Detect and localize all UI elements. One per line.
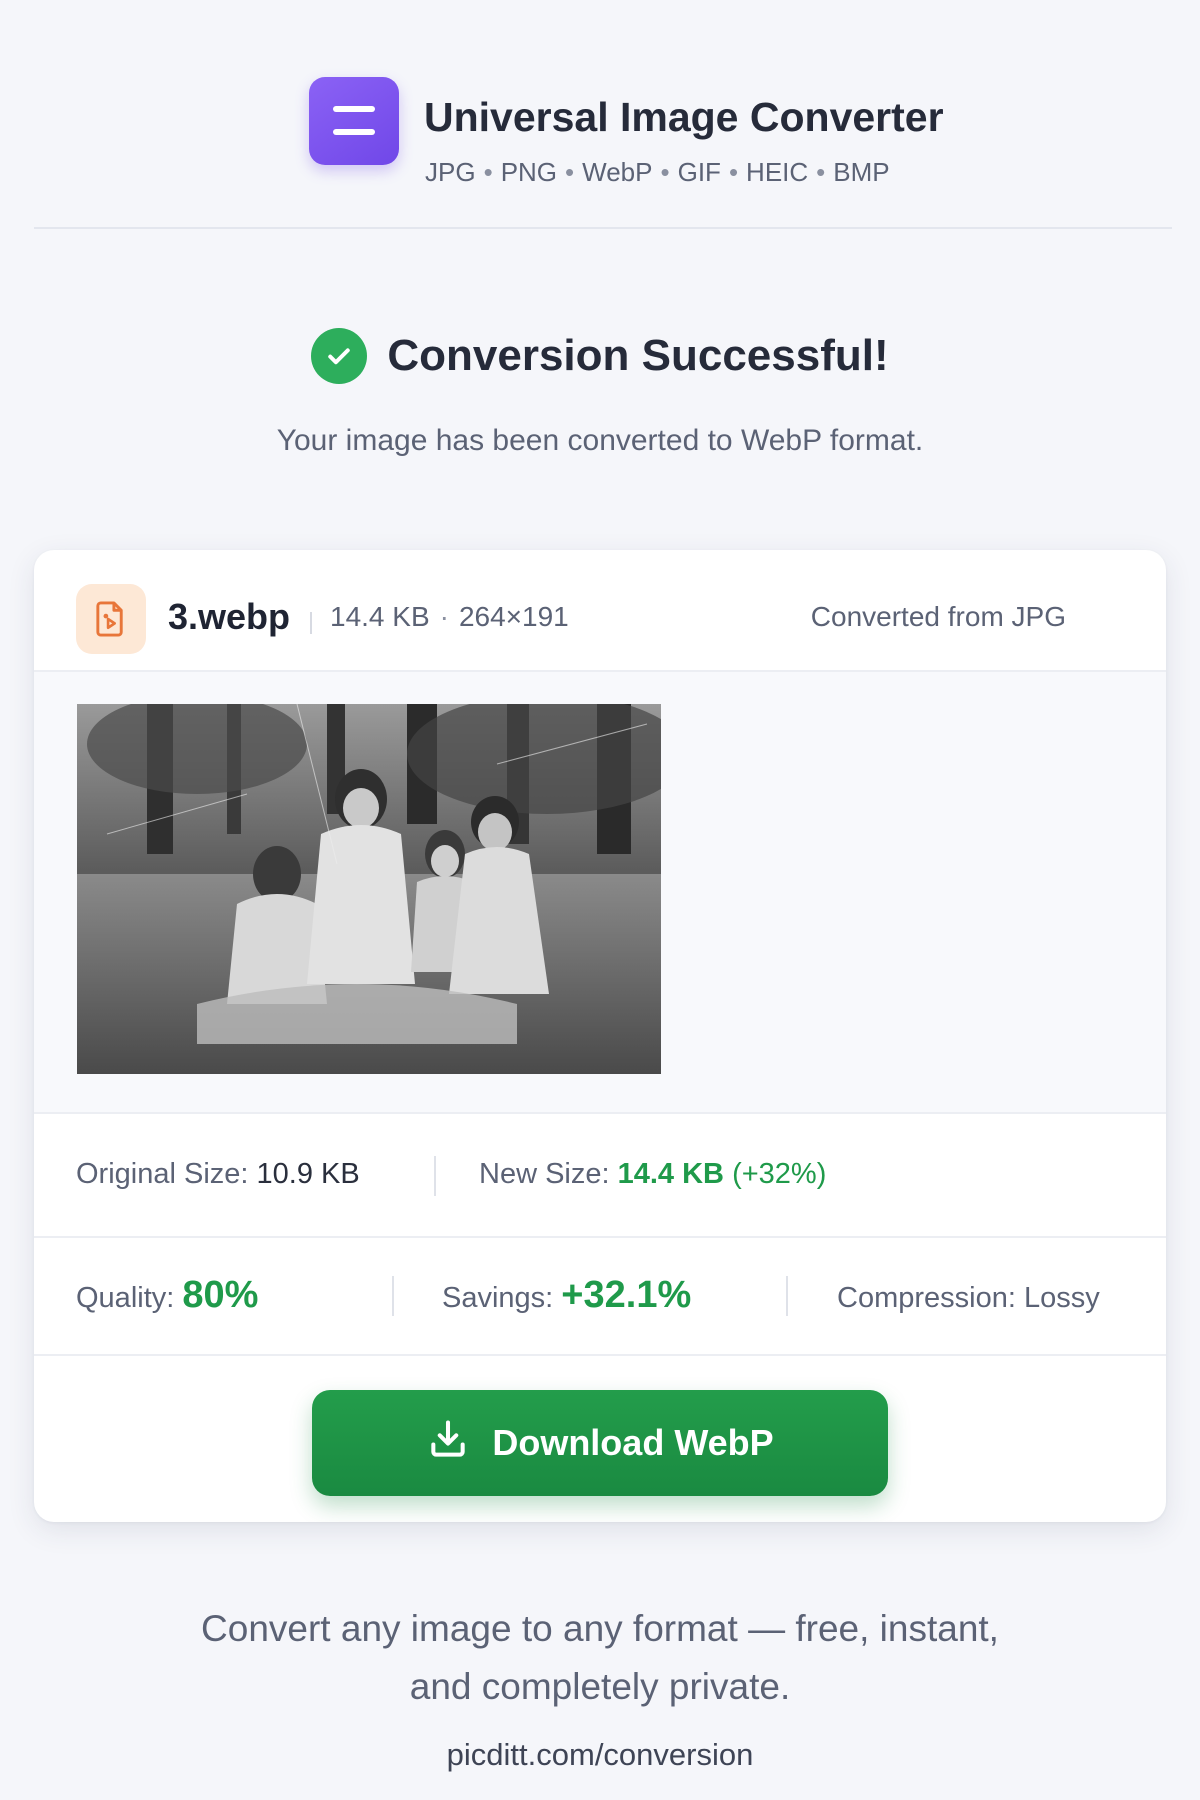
size-comparison-row: Original Size: 10.9 KB New Size: 14.4 KB… [34, 1114, 1166, 1238]
app-logo-icon [309, 77, 399, 165]
footer-link[interactable]: picditt.com/conversion [0, 1737, 1200, 1773]
preview-area [34, 672, 1166, 1114]
status-title: Conversion Successful! [387, 331, 889, 380]
app-title: Universal Image Converter [424, 94, 944, 140]
format-label: GIF [677, 157, 721, 187]
metrics-row: Quality: 80% Savings: +32.1% Compression… [34, 1238, 1166, 1356]
new-size-value: 14.4 KB [617, 1158, 724, 1190]
compression-value: Lossy [1023, 1282, 1100, 1314]
new-size-change: (+32%) [732, 1158, 827, 1190]
file-source: Converted from JPG [810, 601, 1066, 632]
file-info-row: 3.webp 14.4 KB · 264×191 Converted from JP… [34, 550, 1166, 672]
savings-stat: Savings: +32.1% [442, 1274, 692, 1316]
divider [434, 1156, 436, 1196]
format-label: WebP [582, 157, 653, 187]
status-subtitle: Your image has been converted to WebP fo… [276, 424, 924, 457]
app-header: Universal Image Converter JPG • PNG • WebP • G… [34, 0, 1172, 229]
compression-stat: Compression: Lossy [837, 1282, 1100, 1314]
status-heading: Conversion Successful! [0, 326, 1200, 386]
file-dimensions: 264×191 [458, 601, 569, 632]
original-size: Original Size: 10.9 KB [76, 1158, 360, 1190]
divider [310, 612, 312, 634]
quality-stat: Quality: 80% [76, 1274, 259, 1316]
download-label: Download WebP [492, 1422, 774, 1463]
divider [786, 1276, 788, 1316]
download-icon [426, 1417, 470, 1470]
divider [392, 1276, 394, 1316]
file-name: 3.webp [168, 596, 291, 637]
result-card: 3.webp 14.4 KB · 264×191 Converted from JP… [34, 550, 1166, 1522]
new-size: New Size: 14.4 KB (+32%) [479, 1158, 827, 1190]
converter-page: Universal Image Converter JPG • PNG • WebP • G… [0, 0, 1200, 1800]
supported-formats: JPG • PNG • WebP • GIF • HEIC • BMP [425, 157, 890, 187]
format-label: BMP [833, 157, 890, 187]
savings-value: +32.1% [561, 1274, 692, 1316]
format-label: PNG [500, 157, 558, 187]
format-label: JPG [425, 157, 476, 187]
file-meta: 14.4 KB · 264×191 [330, 601, 569, 632]
quality-value: 80% [182, 1274, 259, 1316]
image-file-icon [76, 584, 146, 654]
footer-tagline: Convert any image to any format — free, … [201, 1608, 999, 1707]
file-size: 14.4 KB [330, 601, 430, 632]
original-size-value: 10.9 KB [256, 1158, 360, 1190]
download-button[interactable]: Download WebP [312, 1390, 888, 1496]
format-label: HEIC [746, 157, 809, 187]
check-circle-icon [311, 328, 368, 384]
image-preview [77, 704, 661, 1074]
